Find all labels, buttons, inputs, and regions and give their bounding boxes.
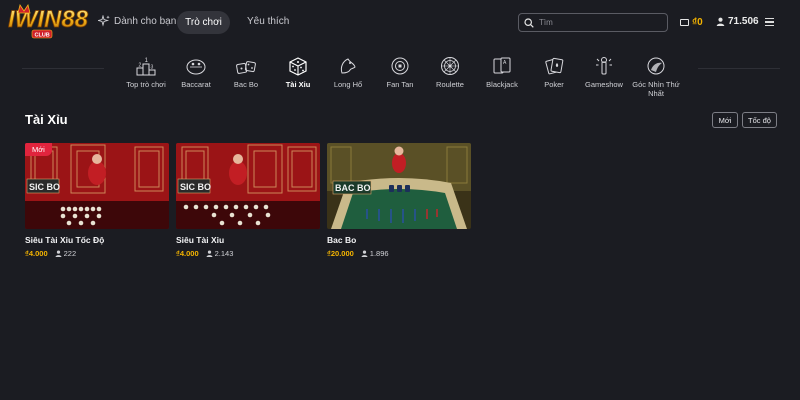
dice-pair-icon — [236, 61, 256, 74]
tab-games[interactable]: Trò chơi — [177, 11, 230, 34]
filter-new-button[interactable]: Mới — [712, 112, 738, 128]
divider — [698, 68, 780, 69]
table-sign: SIC BO — [29, 182, 60, 192]
game-title[interactable]: Siêu Tài Xỉu Tốc Độ — [25, 235, 169, 245]
search-input[interactable] — [539, 18, 659, 27]
nav-for-you[interactable]: Dành cho bạn — [98, 15, 176, 27]
category-label: Góc Nhìn Thứ Nhất — [632, 80, 680, 98]
divider — [22, 68, 104, 69]
game-title[interactable]: Siêu Tài Xỉu — [176, 235, 320, 245]
sparkle-icon — [98, 15, 110, 27]
fan-tan-icon — [391, 57, 409, 75]
player-count-value: 1.896 — [369, 249, 389, 258]
svg-text:1: 1 — [145, 58, 149, 64]
table-sign: BAC BO — [335, 183, 371, 193]
dice-icon — [289, 57, 307, 76]
online-users: 71.506 — [716, 16, 759, 27]
category-roulette[interactable]: Roulette — [424, 55, 476, 89]
blackjack-icon: A — [493, 57, 511, 74]
category-label: Tài Xỉu — [285, 80, 311, 89]
category-blackjack[interactable]: A Blackjack — [476, 55, 528, 89]
section-title: Tài Xỉu — [25, 112, 68, 127]
game-meta: ₫4.000 2.143 — [176, 249, 320, 258]
game-thumbnail[interactable]: SIC BO Mới — [25, 143, 169, 229]
game-meta: ₫20.000 1.896 — [327, 249, 471, 258]
wallet-balance-value: ₫0 — [692, 17, 703, 28]
category-first-person[interactable]: Góc Nhìn Thứ Nhất — [628, 55, 684, 98]
game-meta: ₫4.000 222 — [25, 249, 169, 258]
wallet-balance[interactable]: ₫0 — [680, 17, 703, 28]
online-users-value: 71.506 — [728, 16, 759, 27]
category-top-games[interactable]: 1 2 3 Top trò chơi — [120, 55, 172, 89]
category-bac-bo[interactable]: Bac Bo — [220, 55, 272, 89]
category-label: Bac Bo — [233, 80, 259, 89]
gameshow-icon — [596, 57, 612, 75]
player-count: 1.896 — [361, 249, 389, 258]
svg-text:2: 2 — [139, 63, 142, 69]
tab-favorites[interactable]: Yêu thích — [247, 16, 289, 27]
svg-text:3: 3 — [151, 65, 154, 71]
dragon-tiger-icon — [340, 58, 356, 74]
table-sign: SIC BO — [180, 182, 211, 192]
player-count: 222 — [55, 249, 77, 258]
game-title[interactable]: Bac Bo — [327, 235, 471, 245]
sic-bo-table-image: SIC BO — [176, 143, 320, 229]
player-count-value: 2.143 — [214, 249, 234, 258]
category-fan-tan[interactable]: Fan Tan — [374, 55, 426, 89]
user-icon — [361, 250, 368, 257]
player-count-value: 222 — [63, 249, 77, 258]
category-label: Roulette — [436, 80, 464, 89]
min-bet: ₫4.000 — [176, 249, 199, 258]
first-person-icon — [647, 57, 665, 75]
user-icon — [716, 17, 725, 26]
podium-icon: 1 2 3 — [136, 58, 156, 76]
category-tai-xiu[interactable]: Tài Xỉu — [272, 55, 324, 89]
bac-bo-table-image: BAC BO — [327, 143, 471, 229]
game-card[interactable]: SIC BO Siêu Tài Xỉu ₫4.000 2.143 — [176, 143, 320, 258]
category-poker[interactable]: Poker — [528, 55, 580, 89]
game-card[interactable]: BAC BO Bac Bo ₫20.000 1.896 — [327, 143, 471, 258]
category-label: Gameshow — [585, 80, 623, 89]
category-label: Poker — [544, 80, 564, 89]
nav-for-you-label: Dành cho bạn — [114, 15, 177, 27]
category-label: Blackjack — [486, 80, 518, 89]
min-bet: ₫4.000 — [25, 249, 48, 258]
category-label: Long Hổ — [333, 80, 363, 89]
top-bar: IWIN88 CLUB Dành cho bạn Trò chơi Yêu th… — [0, 0, 800, 44]
search-icon — [524, 17, 534, 28]
brand-logo[interactable]: IWIN88 CLUB — [6, 2, 98, 40]
category-bar: 1 2 3 Top trò chơi Baccarat Bac Bo Tài X… — [120, 55, 680, 103]
search-box[interactable] — [518, 13, 668, 32]
svg-text:CLUB: CLUB — [35, 33, 50, 39]
category-gameshow[interactable]: Gameshow — [578, 55, 630, 89]
category-long-ho[interactable]: Long Hổ — [322, 55, 374, 89]
roulette-icon — [441, 57, 459, 75]
user-icon — [206, 250, 213, 257]
game-card[interactable]: SIC BO Mới Siêu Tài Xỉu Tốc Độ ₫4.000 22… — [25, 143, 169, 258]
menu-icon[interactable] — [765, 18, 774, 26]
player-count: 2.143 — [206, 249, 234, 258]
category-label: Baccarat — [181, 80, 211, 89]
category-label: Fan Tan — [386, 80, 414, 89]
min-bet: ₫20.000 — [327, 249, 354, 258]
category-baccarat[interactable]: Baccarat — [170, 55, 222, 89]
wallet-icon — [680, 19, 689, 26]
category-label: Top trò chơi — [126, 80, 166, 89]
new-badge: Mới — [25, 143, 52, 156]
filter-speed-button[interactable]: Tốc độ — [742, 112, 777, 128]
user-icon — [55, 250, 62, 257]
game-thumbnail[interactable]: SIC BO — [176, 143, 320, 229]
poker-icon — [545, 57, 564, 75]
game-thumbnail[interactable]: BAC BO — [327, 143, 471, 229]
baccarat-icon — [186, 59, 206, 75]
